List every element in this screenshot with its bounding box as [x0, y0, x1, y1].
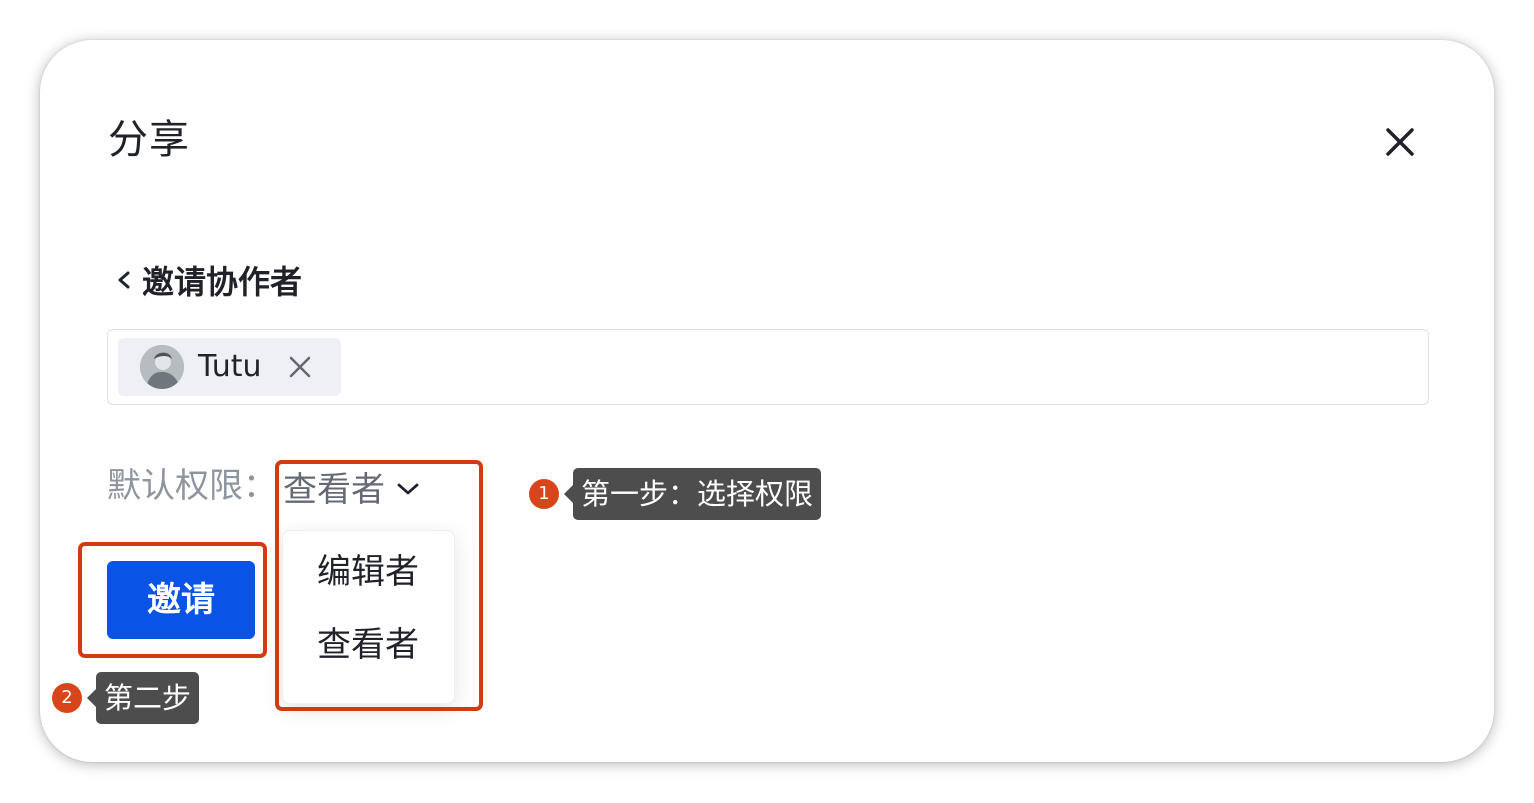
remove-collaborator-button[interactable] [288, 355, 312, 379]
highlight-permission-dropdown [275, 460, 483, 711]
invite-collaborators-heading: 邀请协作者 [142, 263, 303, 301]
highlight-invite-button [78, 542, 267, 658]
avatar [140, 345, 184, 389]
collaborator-chip: Tutu [118, 338, 341, 396]
close-icon [289, 356, 311, 378]
back-to-invite-collaborators[interactable]: 邀请协作者 [114, 256, 302, 304]
close-button[interactable] [1378, 120, 1422, 164]
step-2-tooltip: 第二步 [86, 672, 200, 724]
default-permission-label: 默认权限： [107, 466, 277, 506]
collaborator-name: Tutu [198, 349, 262, 384]
step-1-badge: 1 [529, 479, 559, 509]
dialog-title: 分享 [108, 117, 190, 163]
collaborator-input[interactable]: Tutu [107, 329, 1429, 405]
step-2-badge: 2 [52, 683, 82, 713]
close-icon [1386, 128, 1414, 156]
chevron-left-icon [118, 271, 130, 289]
step-1-tooltip: 第一步：选择权限 [563, 468, 822, 520]
